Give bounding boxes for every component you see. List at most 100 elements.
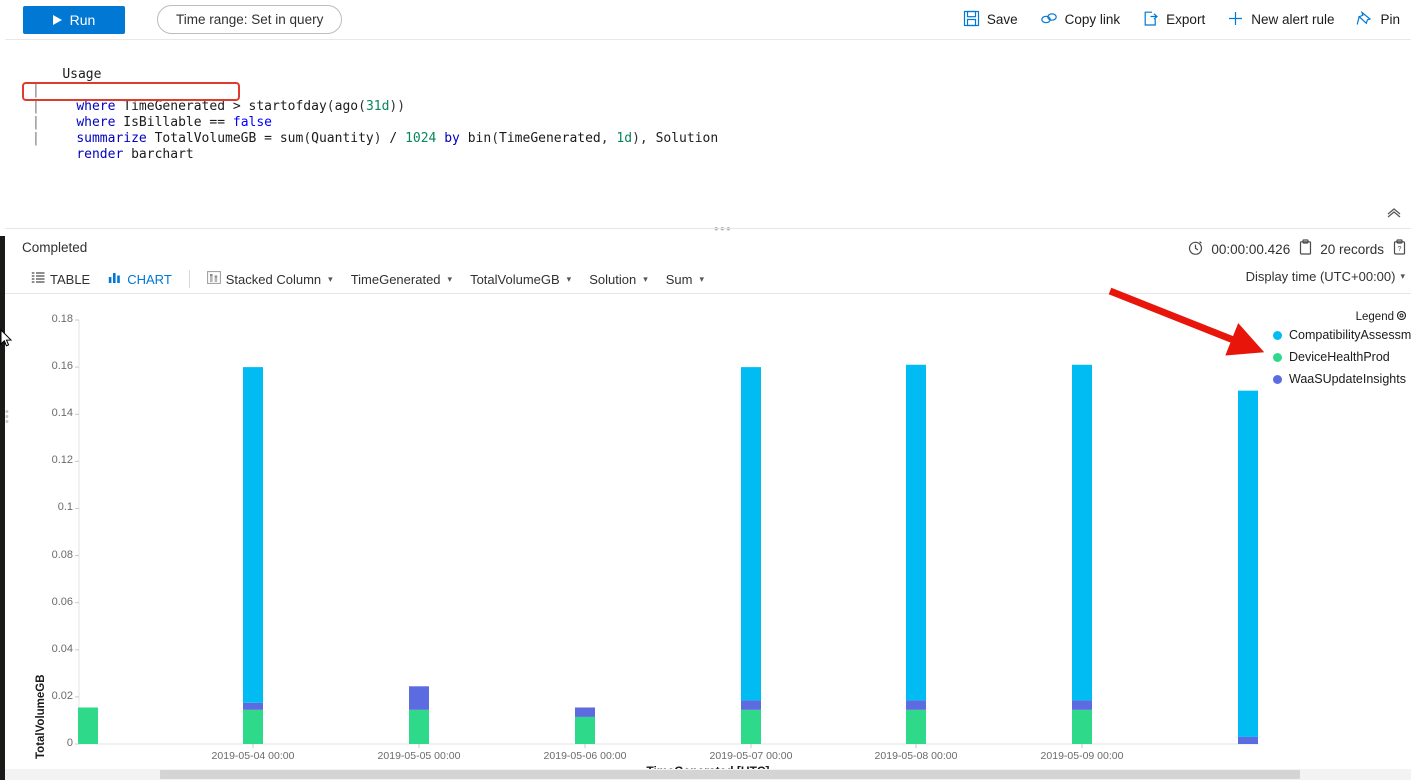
chart-bar-segment[interactable] — [741, 700, 761, 709]
new-alert-rule-button[interactable]: New alert rule — [1216, 3, 1345, 37]
plus-icon — [1227, 10, 1244, 30]
x-field-label: TimeGenerated — [351, 272, 441, 287]
x-tick-label: 2019-05-04 00:00 — [212, 750, 295, 762]
chart-bar-segment[interactable] — [243, 367, 263, 703]
x-tick-label: 2019-05-09 00:00 — [1041, 750, 1124, 762]
chart-legend: Legend CompatibilityAssessmeDeviceHealth… — [1261, 310, 1411, 390]
chevron-down-icon: ▾ — [1400, 271, 1405, 282]
run-button-label: Run — [70, 12, 96, 28]
chart-bar-segment[interactable] — [243, 710, 263, 744]
chart-bar-segment[interactable] — [741, 710, 761, 744]
tab-table[interactable]: TABLE — [22, 267, 99, 291]
chevron-down-icon: ▾ — [567, 274, 572, 285]
x-tick-label: 2019-05-07 00:00 — [710, 750, 793, 762]
copy-link-button[interactable]: Copy link — [1029, 3, 1132, 37]
tab-table-label: TABLE — [50, 272, 90, 287]
y-tick-label: 0.08 — [33, 549, 73, 561]
save-button[interactable]: Save — [952, 3, 1029, 37]
chart-bar-segment[interactable] — [243, 703, 263, 710]
legend-color-swatch — [1273, 331, 1282, 340]
legend-item[interactable]: CompatibilityAssessme — [1261, 324, 1411, 346]
collapse-editor-button[interactable] — [1385, 205, 1405, 221]
query-info-button[interactable]: ? — [1392, 239, 1407, 259]
chart-bar-segment[interactable] — [1072, 365, 1092, 701]
time-range-selector[interactable]: Time range: Set in query — [157, 5, 342, 34]
chart-bar-segment[interactable] — [575, 707, 595, 716]
x-field-selector[interactable]: TimeGenerated ▾ — [342, 267, 461, 291]
x-axis-ticks: 2019-05-04 00:00 2019-05-05 00:00 2019-05-… — [5, 750, 1411, 768]
chevron-down-icon: ▾ — [699, 274, 704, 285]
query-line[interactable]: Usage — [5, 51, 1411, 67]
y-tick-label: 0.02 — [33, 690, 73, 702]
svg-text:?: ? — [1397, 246, 1401, 253]
chart-bar-segment[interactable] — [741, 367, 761, 700]
aggregation-label: Sum — [666, 272, 693, 287]
y-tick-label: 0.18 — [33, 313, 73, 325]
chart-bar-segment[interactable] — [1238, 737, 1258, 744]
display-time-selector[interactable]: Display time (UTC+00:00) ▾ — [1246, 269, 1405, 284]
query-duration-label: 00:00:00.426 — [1211, 242, 1290, 257]
query-line[interactable]: | summarize TotalVolumeGB = sum(Quantity… — [5, 99, 1411, 115]
play-icon — [53, 15, 62, 25]
chart-bar-segment[interactable] — [575, 717, 595, 744]
run-button[interactable]: Run — [23, 6, 125, 34]
chart-bar-segment[interactable] — [1238, 391, 1258, 737]
panel-resize-handle[interactable]: ••• — [5, 410, 9, 425]
record-count-label: 20 records — [1320, 242, 1384, 257]
split-field-selector[interactable]: Solution ▾ — [580, 267, 657, 291]
legend-item[interactable]: WaaSUpdateInsights — [1261, 368, 1411, 390]
time-range-label: Time range: Set in query — [176, 12, 323, 27]
new-alert-rule-label: New alert rule — [1251, 12, 1334, 27]
chart-bar-segment[interactable] — [906, 700, 926, 709]
query-line[interactable]: | render barchart — [5, 115, 1411, 131]
chart-type-selector[interactable]: Stacked Column ▾ — [198, 267, 342, 291]
chart-bar-segment[interactable] — [1072, 700, 1092, 709]
tab-chart-label: CHART — [127, 272, 172, 287]
chevron-down-icon: ▾ — [328, 274, 333, 285]
clipboard-help-icon: ? — [1392, 239, 1407, 259]
query-line-text: summarize TotalVolumeGB = sum(Quantity) … — [62, 131, 718, 147]
pin-label: Pin — [1380, 12, 1400, 27]
y-axis-ticks: 00.020.040.060.080.10.120.140.160.18 — [33, 320, 73, 744]
save-label: Save — [987, 12, 1018, 27]
legend-title-label: Legend — [1356, 311, 1394, 323]
toolbar-actions: Save Copy link Export New alert rule Pin — [952, 3, 1411, 37]
y-tick-label: 0.04 — [33, 643, 73, 655]
pin-button[interactable]: Pin — [1345, 3, 1411, 37]
plot-area — [79, 320, 1259, 744]
aggregation-selector[interactable]: Sum ▾ — [657, 267, 713, 291]
legend-item-label: WaaSUpdateInsights — [1289, 372, 1406, 386]
y-tick-label: 0.12 — [33, 454, 73, 466]
query-line-highlighted[interactable]: | where IsBillable == false — [5, 83, 1411, 99]
chart-bar-segment[interactable] — [409, 686, 429, 710]
query-duration: 00:00:00.426 — [1187, 239, 1290, 259]
y-tick-label: 0.14 — [33, 407, 73, 419]
chart-bar-segment[interactable] — [906, 365, 926, 701]
chart-bar-segment[interactable] — [409, 710, 429, 744]
x-tick-label: 2019-05-06 00:00 — [544, 750, 627, 762]
y-tick-label: 0.06 — [33, 596, 73, 608]
horizontal-scrollbar-thumb[interactable] — [160, 770, 1300, 779]
x-tick-label: 2019-05-05 00:00 — [378, 750, 461, 762]
save-icon — [963, 10, 980, 30]
legend-item[interactable]: DeviceHealthProd — [1261, 346, 1411, 368]
stacked-column-icon — [207, 271, 221, 287]
record-count: 20 records — [1298, 239, 1384, 259]
export-label: Export — [1166, 12, 1205, 27]
chart-bar-segment[interactable] — [78, 707, 98, 744]
y-field-selector[interactable]: TotalVolumeGB ▾ — [461, 267, 580, 291]
x-tick-label: 2019-05-08 00:00 — [875, 750, 958, 762]
chart-bar-segment[interactable] — [906, 710, 926, 744]
export-icon — [1142, 10, 1159, 30]
query-line[interactable]: | where TimeGenerated > startofday(ago(3… — [5, 67, 1411, 83]
pipe-glyph: | — [32, 131, 40, 147]
export-button[interactable]: Export — [1131, 3, 1216, 37]
gear-icon[interactable] — [1396, 310, 1407, 324]
chart-bar-segment[interactable] — [1072, 710, 1092, 744]
view-toolbar: TABLE CHART Stacked Column ▾ TimeGenerat… — [22, 267, 713, 291]
chevron-down-icon: ▾ — [643, 274, 648, 285]
chart-panel: TotalVolumeGB TimeGenerated [UTC] 00.020… — [5, 294, 1411, 780]
tab-chart[interactable]: CHART — [99, 267, 181, 291]
query-editor[interactable]: Usage | where TimeGenerated > startofday… — [5, 41, 1411, 211]
y-tick-label: 0.1 — [33, 501, 73, 513]
